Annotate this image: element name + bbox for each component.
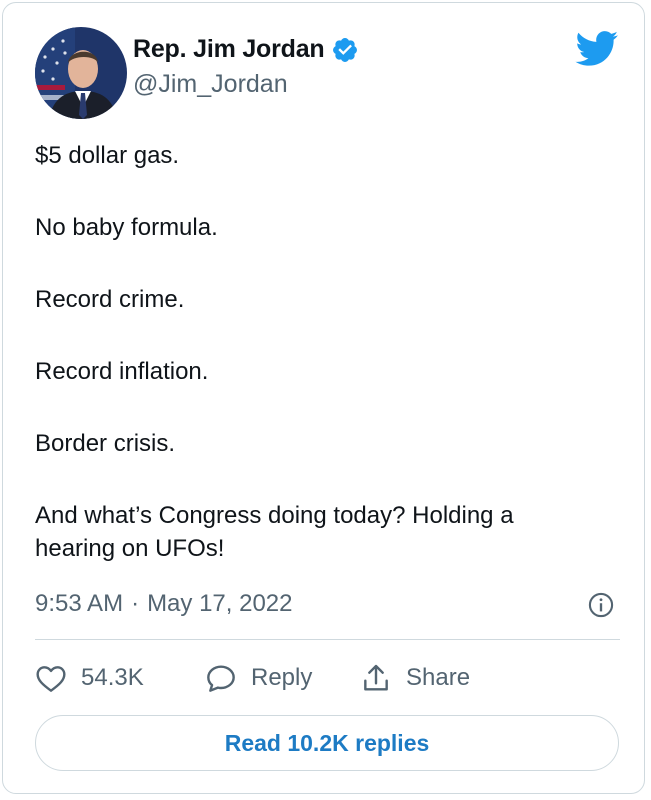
tweet-paragraph: Record crime. xyxy=(35,286,185,313)
twitter-bird-icon[interactable] xyxy=(575,31,619,67)
tweet-paragraph: Record inflation. xyxy=(35,358,209,385)
like-button[interactable]: 54.3K xyxy=(35,663,205,693)
tweet-paragraph: $5 dollar gas. xyxy=(35,142,180,169)
reply-bubble-icon xyxy=(207,665,235,692)
reply-label: Reply xyxy=(251,664,313,691)
tweet-paragraph: Border crisis. xyxy=(35,430,176,457)
read-replies-button[interactable]: Read 10.2K replies xyxy=(35,715,619,771)
share-label: Share xyxy=(406,664,471,691)
tweet-card: Rep. Jim Jordan @Jim_Jordan $5 dollar ga… xyxy=(2,2,645,794)
tweet-time: 9:53 AM xyxy=(35,590,124,617)
author-name-link[interactable]: Rep. Jim Jordan xyxy=(133,35,359,64)
author-handle[interactable]: @Jim_Jordan xyxy=(133,70,359,99)
tweet-actions: 54.3K Reply Share xyxy=(35,658,470,698)
share-button[interactable]: Share xyxy=(360,662,470,694)
share-upload-icon xyxy=(364,664,388,691)
author-display-name: Rep. Jim Jordan xyxy=(133,35,325,63)
avatar-photo xyxy=(35,27,127,119)
tweet-date: May 17, 2022 xyxy=(147,590,293,617)
tweet-paragraph: No baby formula. xyxy=(35,214,218,241)
meta-separator: · xyxy=(131,590,140,617)
reply-button[interactable]: Reply xyxy=(205,663,360,693)
divider xyxy=(35,639,620,640)
like-count: 54.3K xyxy=(81,664,144,691)
tweet-timestamp[interactable]: 9:53 AM · May 17, 2022 xyxy=(35,587,615,621)
author-info: Rep. Jim Jordan @Jim_Jordan xyxy=(133,35,359,99)
verified-badge-icon xyxy=(332,37,357,62)
tweet-header: Rep. Jim Jordan @Jim_Jordan xyxy=(33,25,623,121)
info-icon[interactable] xyxy=(587,591,615,619)
tweet-text: $5 dollar gas. No baby formula. Record c… xyxy=(35,139,595,565)
author-avatar[interactable] xyxy=(35,27,127,119)
tweet-paragraph: And what’s Congress doing today? Holding… xyxy=(35,502,514,562)
heart-icon xyxy=(36,666,66,692)
